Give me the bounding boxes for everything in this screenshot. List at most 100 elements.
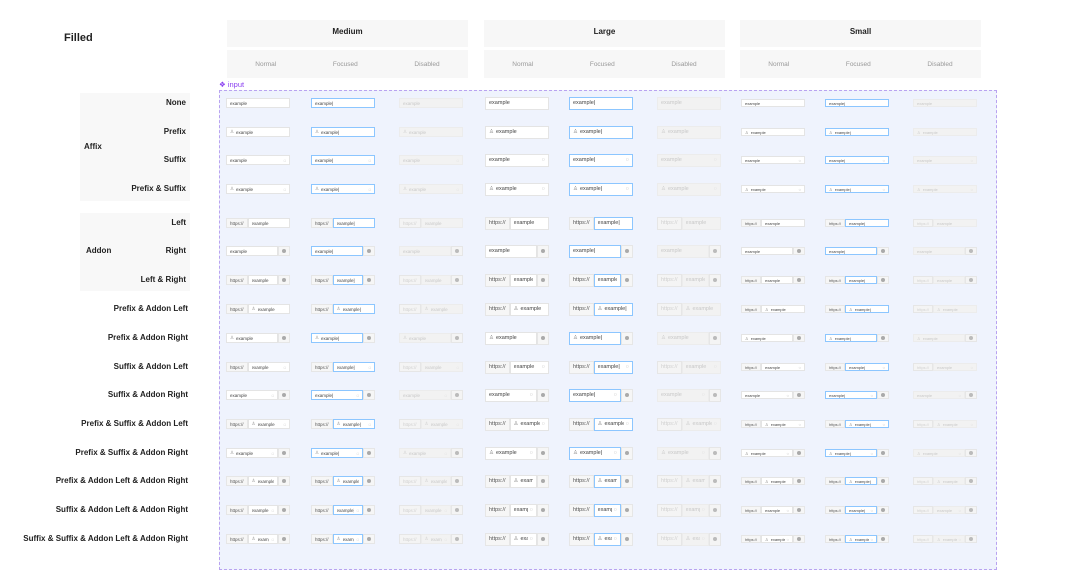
input-large-normal[interactable]: ♙ example	[485, 331, 549, 345]
clear-circle-icon[interactable]: ◌	[959, 508, 961, 513]
input-medium-focused[interactable]: https://♙example◌	[311, 419, 375, 429]
input-medium-focused[interactable]: ♙ example	[311, 333, 375, 343]
input-box[interactable]: ♙example	[509, 302, 549, 316]
input-box[interactable]: ♙example◌	[825, 449, 877, 457]
input-box[interactable]: example	[311, 246, 363, 256]
input-box[interactable]: ♙example◌	[509, 417, 549, 431]
input-small-focused[interactable]: https://♙ example	[825, 477, 889, 485]
input-box[interactable]: ♙example◌	[593, 417, 633, 431]
clear-circle-icon[interactable]: ◌	[456, 187, 459, 192]
clear-circle-icon[interactable]: ◌	[368, 422, 371, 427]
input-medium-focused[interactable]: https:// example	[311, 218, 375, 228]
input-small-normal[interactable]: https://♙ example ◌	[741, 420, 805, 428]
input-medium-normal[interactable]: https://example ◌	[226, 505, 290, 515]
input-medium-normal[interactable]: https://example	[226, 275, 290, 285]
input-box[interactable]: ♙example	[226, 333, 278, 343]
input-box[interactable]: ♙example	[485, 331, 537, 345]
input-box[interactable]: example◌	[311, 390, 363, 400]
input-box[interactable]: ♙example◌	[761, 420, 805, 428]
input-large-focused[interactable]: https://♙example◌	[569, 532, 633, 546]
input-box[interactable]: ♙example	[485, 125, 549, 139]
input-box[interactable]: ♙example	[332, 476, 363, 486]
input-box[interactable]: example	[741, 99, 805, 107]
clear-circle-icon[interactable]: ◌	[283, 187, 286, 192]
input-large-focused[interactable]: https://♙example◌	[569, 417, 633, 431]
input-box[interactable]: ♙example	[509, 474, 537, 488]
input-large-focused[interactable]: example	[569, 96, 633, 110]
input-box[interactable]: example◌	[226, 155, 290, 165]
input-box[interactable]: ♙example	[761, 305, 805, 313]
input-box[interactable]: example	[741, 247, 793, 255]
input-box[interactable]: example	[247, 218, 290, 228]
clear-circle-icon[interactable]: ◌	[530, 450, 533, 456]
input-box[interactable]: example◌	[845, 363, 889, 371]
input-large-normal[interactable]: example ◌	[485, 153, 549, 167]
input-small-normal[interactable]: https://♙ example	[741, 305, 805, 313]
input-box[interactable]: ♙example◌	[845, 535, 877, 543]
clear-circle-icon[interactable]: ◌	[883, 187, 885, 192]
input-box[interactable]: example◌	[311, 155, 375, 165]
clear-circle-icon[interactable]: ◌	[368, 365, 371, 370]
input-box[interactable]: ♙example	[569, 125, 633, 139]
clear-circle-icon[interactable]: ◌	[614, 450, 617, 456]
input-small-normal[interactable]: https://example	[741, 219, 805, 227]
input-small-focused[interactable]: ♙example◌	[825, 449, 889, 457]
input-large-normal[interactable]: https://♙example◌	[485, 532, 549, 546]
input-box[interactable]: ♙example	[569, 331, 621, 345]
clear-circle-icon[interactable]: ◌	[971, 158, 973, 163]
clear-circle-icon[interactable]: ◌	[799, 158, 801, 163]
clear-circle-icon[interactable]: ◌	[614, 392, 617, 398]
input-box[interactable]: example	[226, 98, 290, 108]
input-box[interactable]: ♙example◌	[226, 184, 290, 194]
input-box[interactable]: ♙example◌	[485, 182, 549, 196]
input-box[interactable]: example◌	[226, 390, 278, 400]
clear-circle-icon[interactable]: ◌	[702, 507, 705, 513]
clear-circle-icon[interactable]: ◌	[530, 507, 533, 513]
input-box[interactable]: ♙example	[593, 302, 633, 316]
input-medium-focused[interactable]: ♙example◌	[311, 184, 375, 194]
input-box[interactable]: ♙example	[311, 333, 363, 343]
input-box[interactable]: example◌	[485, 388, 537, 402]
input-medium-normal[interactable]: https://♙ example	[226, 476, 290, 486]
input-box[interactable]: ♙example	[247, 476, 278, 486]
input-box[interactable]: example	[761, 219, 805, 227]
clear-circle-icon[interactable]: ◌	[456, 158, 459, 163]
input-medium-focused[interactable]: https://example◌	[311, 505, 375, 515]
clear-circle-icon[interactable]: ◌	[368, 158, 371, 163]
input-box[interactable]: example	[509, 273, 537, 287]
input-medium-focused[interactable]: https:// example	[311, 275, 375, 285]
clear-circle-icon[interactable]: ◌	[799, 187, 801, 192]
input-large-normal[interactable]: example	[485, 96, 549, 110]
input-box[interactable]: example	[825, 247, 877, 255]
clear-circle-icon[interactable]: ◌	[702, 392, 705, 398]
input-box[interactable]: ♙example	[741, 128, 805, 136]
input-small-normal[interactable]: https://♙ example ◌	[741, 535, 805, 543]
input-box[interactable]: ♙example◌	[593, 532, 621, 546]
input-large-normal[interactable]: https://♙example◌	[485, 417, 549, 431]
clear-circle-icon[interactable]: ◌	[542, 364, 545, 370]
clear-circle-icon[interactable]: ◌	[883, 422, 885, 427]
input-box[interactable]: example◌	[593, 503, 621, 517]
clear-circle-icon[interactable]: ◌	[714, 364, 717, 370]
input-large-normal[interactable]: ♙ example ◌	[485, 182, 549, 196]
input-large-focused[interactable]: https://example◌	[569, 503, 633, 517]
input-large-focused[interactable]: example◌	[569, 153, 633, 167]
input-box[interactable]: ♙example	[825, 128, 889, 136]
clear-circle-icon[interactable]: ◌	[626, 364, 629, 370]
input-box[interactable]: ♙example◌	[311, 184, 375, 194]
clear-circle-icon[interactable]: ◌	[626, 421, 629, 427]
input-large-normal[interactable]: ♙ example	[485, 125, 549, 139]
input-box[interactable]: ♙example	[761, 477, 793, 485]
input-medium-focused[interactable]: ♙ example	[311, 127, 375, 137]
input-medium-focused[interactable]: ♙example◌	[311, 448, 375, 458]
input-large-focused[interactable]: https://example◌	[569, 360, 633, 374]
clear-circle-icon[interactable]: ◌	[959, 537, 961, 542]
input-large-focused[interactable]: https://♙example	[569, 474, 633, 488]
input-box[interactable]: example	[226, 246, 278, 256]
input-box[interactable]: ♙example◌	[761, 535, 793, 543]
input-medium-focused[interactable]: example◌	[311, 155, 375, 165]
input-small-focused[interactable]: ♙ example	[825, 334, 889, 342]
input-box[interactable]: example◌	[247, 505, 278, 515]
input-large-focused[interactable]: https://♙example	[569, 302, 633, 316]
input-box[interactable]: example◌	[825, 391, 877, 399]
